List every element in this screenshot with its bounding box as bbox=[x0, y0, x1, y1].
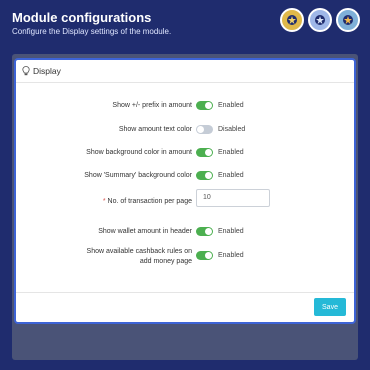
display-settings-panel: Display Show +/- prefix in amount Enable… bbox=[14, 58, 356, 324]
setting-label: Show wallet amount in header bbox=[98, 228, 192, 235]
summary-bg-toggle[interactable] bbox=[196, 171, 213, 180]
setting-row-text-color: Show amount text color Disabled bbox=[16, 122, 354, 138]
toggle-state: Enabled bbox=[218, 102, 244, 109]
setting-label: * No. of transaction per page bbox=[103, 198, 192, 205]
per-page-input[interactable]: 10 bbox=[196, 189, 270, 207]
setting-label-line1: Show available cashback rules on bbox=[86, 248, 192, 255]
toggle-state: Enabled bbox=[218, 228, 244, 235]
panel-footer-divider bbox=[16, 292, 354, 293]
setting-label: Show 'Summary' background color bbox=[84, 172, 192, 179]
setting-row-bg-color: Show background color in amount Enabled bbox=[16, 145, 354, 161]
setting-row-summary-bg: Show 'Summary' background color Enabled bbox=[16, 168, 354, 184]
panel-title: Display bbox=[33, 66, 61, 76]
wallet-header-toggle[interactable] bbox=[196, 227, 213, 236]
setting-row-per-page: * No. of transaction per page 10 bbox=[16, 189, 354, 210]
setting-row-prefix: Show +/- prefix in amount Enabled bbox=[16, 98, 354, 114]
toggle-state: Enabled bbox=[218, 252, 244, 259]
cashback-rules-toggle[interactable] bbox=[196, 251, 213, 260]
bg-color-toggle[interactable] bbox=[196, 148, 213, 157]
gold-badge-icon bbox=[280, 8, 304, 32]
toggle-state: Enabled bbox=[218, 149, 244, 156]
setting-row-wallet-header: Show wallet amount in header Enabled bbox=[16, 224, 354, 240]
setting-label: Show available cashback rules on add mon… bbox=[87, 247, 192, 267]
setting-label-text: No. of transaction per page bbox=[107, 198, 192, 205]
setting-label: Show background color in amount bbox=[86, 149, 192, 156]
toggle-state: Disabled bbox=[218, 126, 246, 133]
page-subtitle: Configure the Display settings of the mo… bbox=[12, 27, 172, 36]
prefix-toggle[interactable] bbox=[196, 101, 213, 110]
page-title: Module configurations bbox=[12, 10, 152, 25]
save-button[interactable]: Save bbox=[314, 298, 346, 316]
lightbulb-icon bbox=[22, 66, 30, 76]
text-color-toggle[interactable] bbox=[196, 125, 213, 134]
blue-badge-icon bbox=[336, 8, 360, 32]
setting-label-line2: add money page bbox=[139, 258, 192, 265]
required-marker: * bbox=[102, 198, 106, 205]
panel-header: Display bbox=[16, 60, 354, 83]
setting-row-cashback-rules: Show available cashback rules on add mon… bbox=[16, 247, 354, 267]
silver-badge-icon bbox=[308, 8, 332, 32]
setting-label: Show amount text color bbox=[118, 126, 192, 133]
badge-group bbox=[280, 8, 360, 32]
toggle-state: Enabled bbox=[218, 172, 244, 179]
setting-label: Show +/- prefix in amount bbox=[112, 102, 192, 109]
